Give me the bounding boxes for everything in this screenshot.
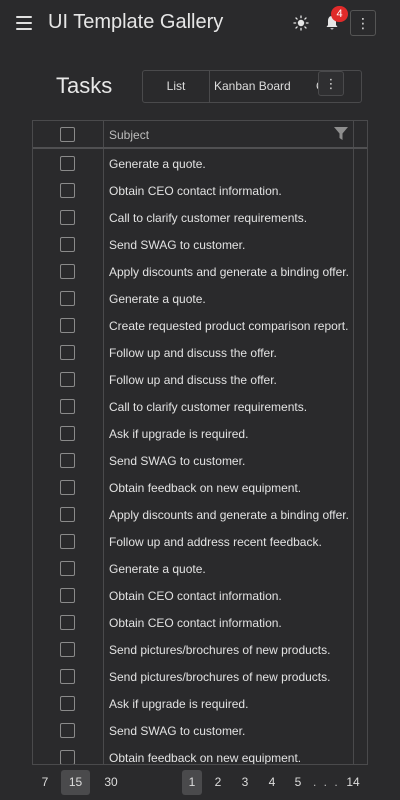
table-row[interactable]: Obtain feedback on new equipment.: [33, 475, 367, 502]
row-checkbox[interactable]: [60, 480, 75, 495]
row-subject: Obtain CEO contact information.: [109, 184, 282, 198]
table-row[interactable]: Create requested product comparison repo…: [33, 313, 367, 340]
row-checkbox[interactable]: [60, 642, 75, 657]
row-checkbox[interactable]: [60, 588, 75, 603]
row-subject: Follow up and discuss the offer.: [109, 373, 277, 387]
table-row[interactable]: Send SWAG to customer.: [33, 718, 367, 745]
row-checkbox[interactable]: [60, 372, 75, 387]
select-all-checkbox[interactable]: [60, 127, 75, 142]
tab-list[interactable]: List: [143, 71, 210, 102]
more-vertical-icon: ⋮: [356, 14, 370, 31]
row-subject: Obtain CEO contact information.: [109, 616, 282, 630]
row-subject: Obtain feedback on new equipment.: [109, 481, 302, 495]
table-row[interactable]: Send SWAG to customer.: [33, 232, 367, 259]
row-subject: Ask if upgrade is required.: [109, 427, 249, 441]
row-checkbox[interactable]: [60, 669, 75, 684]
table-row[interactable]: Call to clarify customer requirements.: [33, 394, 367, 421]
page-3[interactable]: 3: [236, 770, 254, 795]
row-checkbox[interactable]: [60, 507, 75, 522]
page-title: Tasks: [56, 73, 113, 98]
tabs-more-button[interactable]: ⋮: [318, 71, 344, 96]
row-subject: Send pictures/brochures of new products.: [109, 670, 331, 684]
row-subject: Call to clarify customer requirements.: [109, 400, 308, 414]
filter-icon[interactable]: [333, 126, 349, 141]
table-row[interactable]: Send pictures/brochures of new products.: [33, 664, 367, 691]
app-bar: UI Template Gallery 4 ⋮: [0, 0, 400, 46]
row-checkbox[interactable]: [60, 561, 75, 576]
column-header-subject[interactable]: Subject: [109, 128, 149, 142]
hamburger-menu-icon[interactable]: [14, 14, 34, 32]
table-row[interactable]: Follow up and address recent feedback.: [33, 529, 367, 556]
row-subject: Send SWAG to customer.: [109, 454, 246, 468]
page-last[interactable]: 14: [341, 770, 365, 795]
table-row[interactable]: Call to clarify customer requirements.: [33, 205, 367, 232]
page-2[interactable]: 2: [209, 770, 227, 795]
row-checkbox[interactable]: [60, 696, 75, 711]
pager: 7 15 30 1 2 3 4 5 . . . 14: [0, 768, 400, 796]
more-vertical-icon: ⋮: [324, 75, 338, 91]
row-checkbox[interactable]: [60, 210, 75, 225]
table-row[interactable]: Obtain CEO contact information.: [33, 610, 367, 637]
page-size-15[interactable]: 15: [61, 770, 90, 795]
row-checkbox[interactable]: [60, 426, 75, 441]
row-checkbox[interactable]: [60, 156, 75, 171]
grid-rows: Generate a quote. Obtain CEO contact info…: [33, 151, 367, 765]
notification-badge: 4: [331, 6, 348, 22]
table-row[interactable]: Obtain CEO contact information.: [33, 178, 367, 205]
row-subject: Obtain feedback on new equipment.: [109, 751, 302, 765]
row-subject: Obtain CEO contact information.: [109, 589, 282, 603]
row-checkbox[interactable]: [60, 183, 75, 198]
page-ellipsis: . . .: [313, 775, 340, 789]
row-subject: Send pictures/brochures of new products.: [109, 643, 331, 657]
table-row[interactable]: Follow up and discuss the offer.: [33, 367, 367, 394]
row-checkbox[interactable]: [60, 399, 75, 414]
row-checkbox[interactable]: [60, 453, 75, 468]
row-checkbox[interactable]: [60, 264, 75, 279]
row-subject: Ask if upgrade is required.: [109, 697, 249, 711]
row-checkbox[interactable]: [60, 345, 75, 360]
table-row[interactable]: Send SWAG to customer.: [33, 448, 367, 475]
row-subject: Send SWAG to customer.: [109, 724, 246, 738]
table-row[interactable]: Send pictures/brochures of new products.: [33, 637, 367, 664]
sun-icon[interactable]: [293, 15, 309, 31]
table-row[interactable]: Obtain CEO contact information.: [33, 583, 367, 610]
row-subject: Follow up and discuss the offer.: [109, 346, 277, 360]
row-checkbox[interactable]: [60, 318, 75, 333]
row-subject: Call to clarify customer requirements.: [109, 211, 308, 225]
row-checkbox[interactable]: [60, 534, 75, 549]
table-row[interactable]: Apply discounts and generate a binding o…: [33, 259, 367, 286]
tab-kanban-board[interactable]: Kanban Board: [210, 71, 316, 102]
row-subject: Apply discounts and generate a binding o…: [109, 508, 349, 522]
table-row[interactable]: Apply discounts and generate a binding o…: [33, 502, 367, 529]
table-row[interactable]: Generate a quote.: [33, 556, 367, 583]
tasks-grid: Subject Generate a quote. Obtain CEO cont…: [32, 120, 368, 765]
page-5[interactable]: 5: [289, 770, 307, 795]
app-title: UI Template Gallery: [48, 11, 224, 33]
grid-header: Subject: [33, 121, 367, 149]
row-subject: Follow up and address recent feedback.: [109, 535, 322, 549]
row-subject: Send SWAG to customer.: [109, 238, 246, 252]
row-subject: Generate a quote.: [109, 562, 206, 576]
table-row[interactable]: Ask if upgrade is required.: [33, 421, 367, 448]
row-subject: Generate a quote.: [109, 157, 206, 171]
page-1[interactable]: 1: [182, 770, 202, 795]
row-subject: Generate a quote.: [109, 292, 206, 306]
app-more-button[interactable]: ⋮: [350, 10, 376, 36]
table-row[interactable]: Generate a quote.: [33, 151, 367, 178]
row-checkbox[interactable]: [60, 750, 75, 764]
row-checkbox[interactable]: [60, 615, 75, 630]
page-size-7[interactable]: 7: [34, 770, 56, 795]
page-4[interactable]: 4: [263, 770, 281, 795]
table-row[interactable]: Ask if upgrade is required.: [33, 691, 367, 718]
row-checkbox[interactable]: [60, 291, 75, 306]
table-row[interactable]: Generate a quote.: [33, 286, 367, 313]
row-subject: Apply discounts and generate a binding o…: [109, 265, 349, 279]
row-subject: Create requested product comparison repo…: [109, 319, 349, 333]
table-row[interactable]: Obtain feedback on new equipment.: [33, 745, 367, 765]
row-checkbox[interactable]: [60, 237, 75, 252]
page-size-30[interactable]: 30: [99, 770, 123, 795]
row-checkbox[interactable]: [60, 723, 75, 738]
table-row[interactable]: Follow up and discuss the offer.: [33, 340, 367, 367]
